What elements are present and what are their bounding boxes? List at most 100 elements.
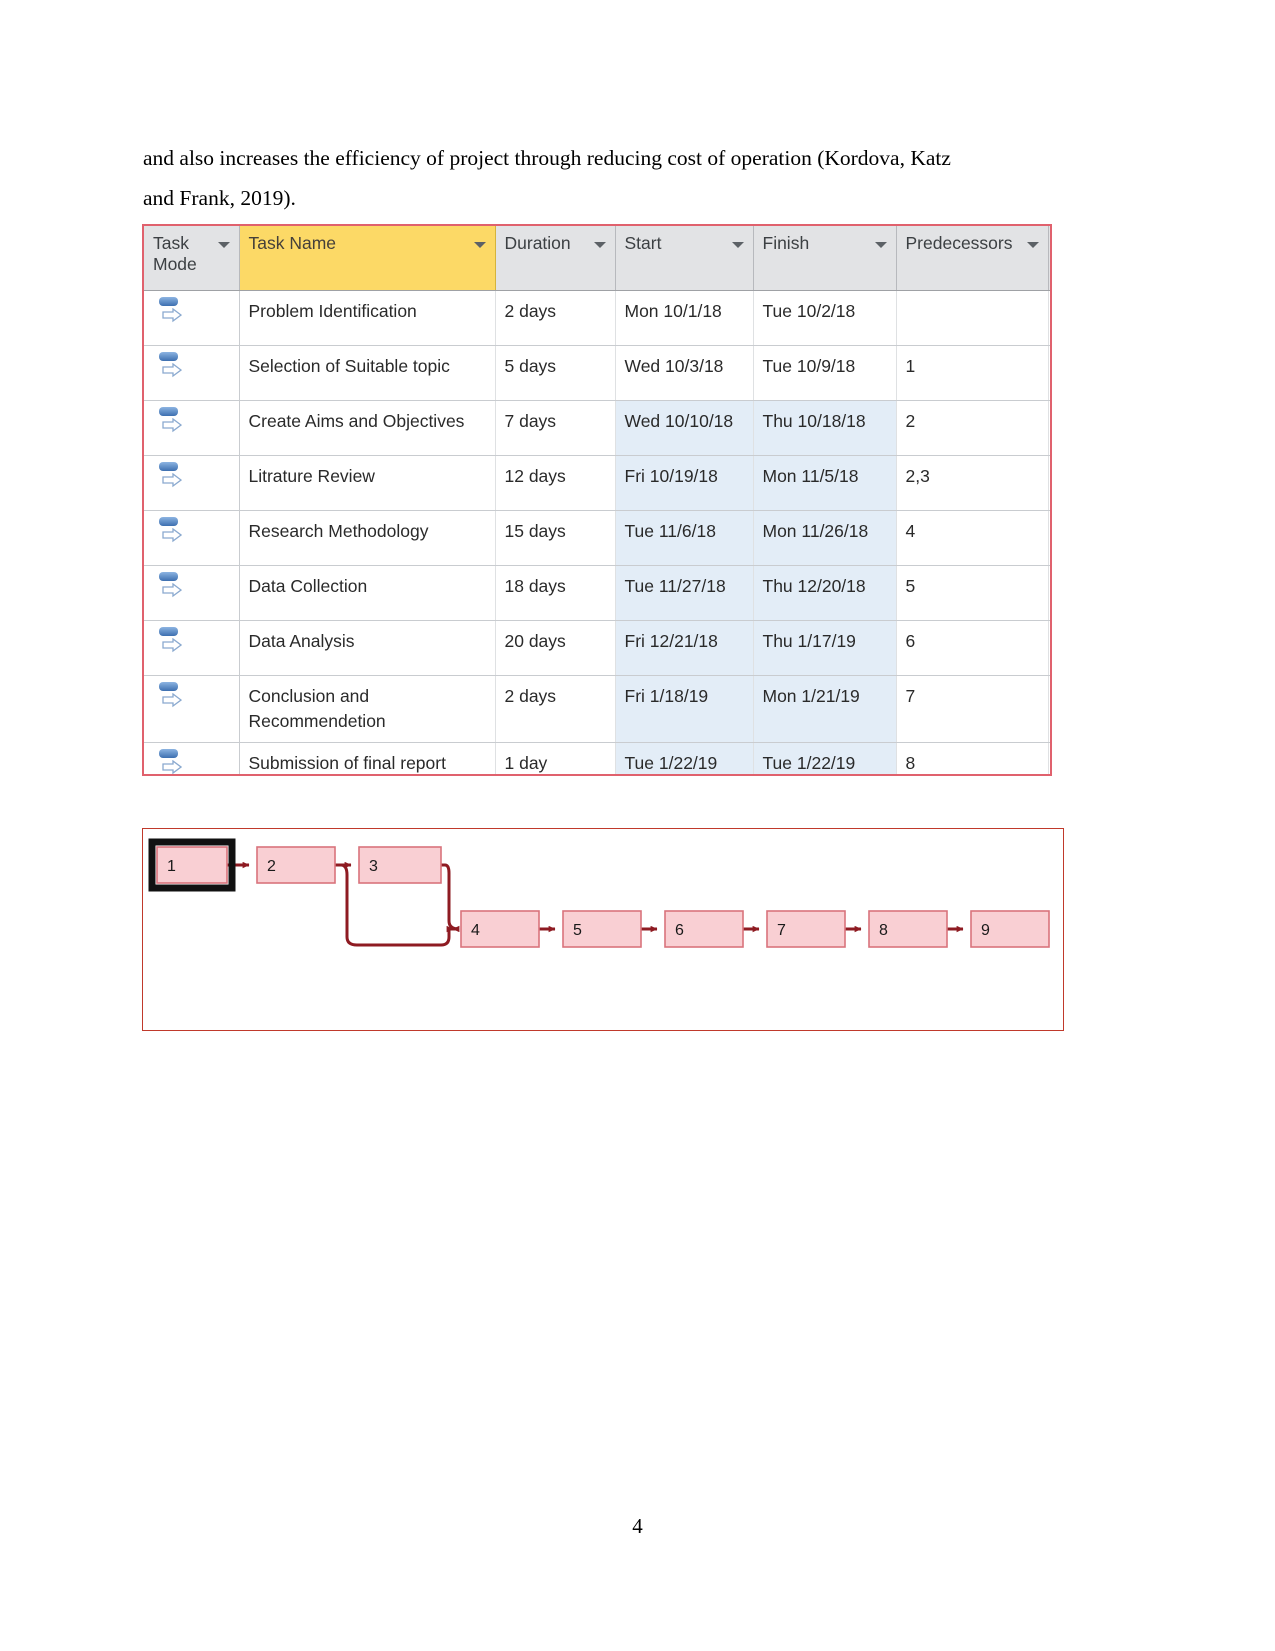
table-row[interactable]: Selection of Suitable topic 5 days Wed 10/… xyxy=(144,345,1050,401)
table-row[interactable]: Research Methodology 15 days Tue 11/6/18 Mo… xyxy=(144,510,1050,566)
cell-predecessors[interactable]: 8 xyxy=(896,742,1049,774)
cell-task-name[interactable]: Data Analysis xyxy=(239,620,496,676)
column-header-start[interactable]: Start xyxy=(615,226,754,291)
cell-start[interactable]: Fri 10/19/18 xyxy=(615,455,754,511)
cell-task-name[interactable]: Conclusion and Recommendetion xyxy=(239,675,496,743)
network-node-7[interactable]: 7 xyxy=(766,910,846,948)
filter-chevron-down-icon[interactable] xyxy=(1026,242,1039,248)
cell-task-name[interactable]: Create Aims and Objectives xyxy=(239,400,496,456)
cell-duration[interactable]: 2 days xyxy=(495,290,616,346)
cell-finish[interactable]: Thu 10/18/18 xyxy=(753,400,897,456)
cell-predecessors[interactable]: 6 xyxy=(896,620,1049,676)
cell-partial xyxy=(1048,510,1050,566)
cell-task-name[interactable]: Data Collection xyxy=(239,565,496,621)
cell-partial xyxy=(1048,675,1050,743)
auto-schedule-icon[interactable] xyxy=(158,572,184,602)
cell-task-name[interactable]: Research Methodology xyxy=(239,510,496,566)
auto-schedule-icon[interactable] xyxy=(158,297,184,327)
filter-chevron-down-icon[interactable] xyxy=(731,242,744,248)
column-header-predecessors[interactable]: Predecessors xyxy=(896,226,1049,291)
cell-predecessors[interactable]: 7 xyxy=(896,675,1049,743)
cell-task-mode[interactable] xyxy=(144,620,240,676)
cell-task-name[interactable]: Litrature Review xyxy=(239,455,496,511)
cell-start[interactable]: Tue 1/22/19 xyxy=(615,742,754,774)
cell-duration[interactable]: 20 days xyxy=(495,620,616,676)
table-row[interactable]: Conclusion and Recommendetion 2 days Fri 1… xyxy=(144,675,1050,743)
network-node-9[interactable]: 9 xyxy=(970,910,1050,948)
column-header-finish[interactable]: Finish xyxy=(753,226,897,291)
filter-chevron-down-icon[interactable] xyxy=(217,242,230,248)
cell-finish[interactable]: Thu 12/20/18 xyxy=(753,565,897,621)
cell-finish[interactable]: Tue 10/2/18 xyxy=(753,290,897,346)
cell-start[interactable]: Tue 11/27/18 xyxy=(615,565,754,621)
cell-duration[interactable]: 12 days xyxy=(495,455,616,511)
cell-duration[interactable]: 1 day xyxy=(495,742,616,774)
network-node-8[interactable]: 8 xyxy=(868,910,948,948)
cell-finish[interactable]: Mon 11/26/18 xyxy=(753,510,897,566)
cell-duration[interactable]: 7 days xyxy=(495,400,616,456)
table-row[interactable]: Data Collection 18 days Tue 11/27/18 Thu 12… xyxy=(144,565,1050,621)
auto-schedule-bar xyxy=(159,749,178,758)
cell-start[interactable]: Fri 1/18/19 xyxy=(615,675,754,743)
auto-schedule-icon[interactable] xyxy=(158,517,184,547)
cell-start[interactable]: Mon 10/1/18 xyxy=(615,290,754,346)
cell-duration[interactable]: 15 days xyxy=(495,510,616,566)
cell-predecessors[interactable]: 4 xyxy=(896,510,1049,566)
auto-schedule-icon[interactable] xyxy=(158,749,184,774)
cell-predecessors[interactable]: 2 xyxy=(896,400,1049,456)
cell-task-mode[interactable] xyxy=(144,455,240,511)
column-header-task-name[interactable]: Task Name xyxy=(238,226,496,291)
network-node-1[interactable]: 1 xyxy=(148,838,236,892)
cell-task-name[interactable]: Selection of Suitable topic xyxy=(239,345,496,401)
auto-schedule-icon[interactable] xyxy=(158,627,184,657)
table-row[interactable]: Create Aims and Objectives 7 days Wed 10/1… xyxy=(144,400,1050,456)
column-header-duration[interactable]: Duration xyxy=(495,226,616,291)
auto-schedule-icon[interactable] xyxy=(158,352,184,382)
table-row[interactable]: Litrature Review 12 days Fri 10/19/18 Mon 1… xyxy=(144,455,1050,511)
cell-start[interactable]: Wed 10/3/18 xyxy=(615,345,754,401)
cell-finish[interactable]: Thu 1/17/19 xyxy=(753,620,897,676)
cell-task-mode[interactable] xyxy=(144,510,240,566)
column-header-partial[interactable] xyxy=(1048,226,1050,291)
network-node-6[interactable]: 6 xyxy=(664,910,744,948)
node-label: 5 xyxy=(573,922,582,939)
cell-task-name[interactable]: Problem Identification xyxy=(239,290,496,346)
cell-partial xyxy=(1048,620,1050,676)
table-row[interactable]: Problem Identification 2 days Mon 10/1/18 T… xyxy=(144,290,1050,346)
auto-schedule-icon[interactable] xyxy=(158,407,184,437)
cell-duration[interactable]: 18 days xyxy=(495,565,616,621)
cell-task-name[interactable]: Submission of final report xyxy=(239,742,496,774)
auto-schedule-icon[interactable] xyxy=(158,462,184,492)
cell-task-mode[interactable] xyxy=(144,675,240,743)
network-node-5[interactable]: 5 xyxy=(562,910,642,948)
cell-task-mode[interactable] xyxy=(144,742,240,774)
table-row[interactable]: Submission of final report 1 day Tue 1/22/… xyxy=(144,742,1050,774)
cell-start[interactable]: Tue 11/6/18 xyxy=(615,510,754,566)
network-node-4[interactable]: 4 xyxy=(460,910,540,948)
filter-chevron-down-icon[interactable] xyxy=(874,242,887,248)
table-header-row: Task Mode Task Name Duration Start Finis… xyxy=(144,226,1050,291)
cell-duration[interactable]: 5 days xyxy=(495,345,616,401)
filter-chevron-down-icon[interactable] xyxy=(593,242,606,248)
cell-predecessors[interactable] xyxy=(896,290,1049,346)
cell-start[interactable]: Fri 12/21/18 xyxy=(615,620,754,676)
table-row[interactable]: Data Analysis 20 days Fri 12/21/18 Thu 1/17… xyxy=(144,620,1050,676)
cell-finish[interactable]: Tue 1/22/19 xyxy=(753,742,897,774)
cell-finish[interactable]: Mon 11/5/18 xyxy=(753,455,897,511)
cell-task-mode[interactable] xyxy=(144,400,240,456)
cell-task-mode[interactable] xyxy=(144,565,240,621)
cell-finish[interactable]: Tue 10/9/18 xyxy=(753,345,897,401)
column-header-task-mode[interactable]: Task Mode xyxy=(144,226,240,291)
cell-task-mode[interactable] xyxy=(144,290,240,346)
cell-finish[interactable]: Mon 1/21/19 xyxy=(753,675,897,743)
filter-chevron-down-icon[interactable] xyxy=(473,242,486,248)
cell-duration[interactable]: 2 days xyxy=(495,675,616,743)
cell-predecessors[interactable]: 1 xyxy=(896,345,1049,401)
cell-predecessors[interactable]: 2,3 xyxy=(896,455,1049,511)
network-node-3[interactable]: 3 xyxy=(358,846,442,884)
cell-task-mode[interactable] xyxy=(144,345,240,401)
cell-predecessors[interactable]: 5 xyxy=(896,565,1049,621)
cell-start[interactable]: Wed 10/10/18 xyxy=(615,400,754,456)
network-node-2[interactable]: 2 xyxy=(256,846,336,884)
auto-schedule-icon[interactable] xyxy=(158,682,184,712)
